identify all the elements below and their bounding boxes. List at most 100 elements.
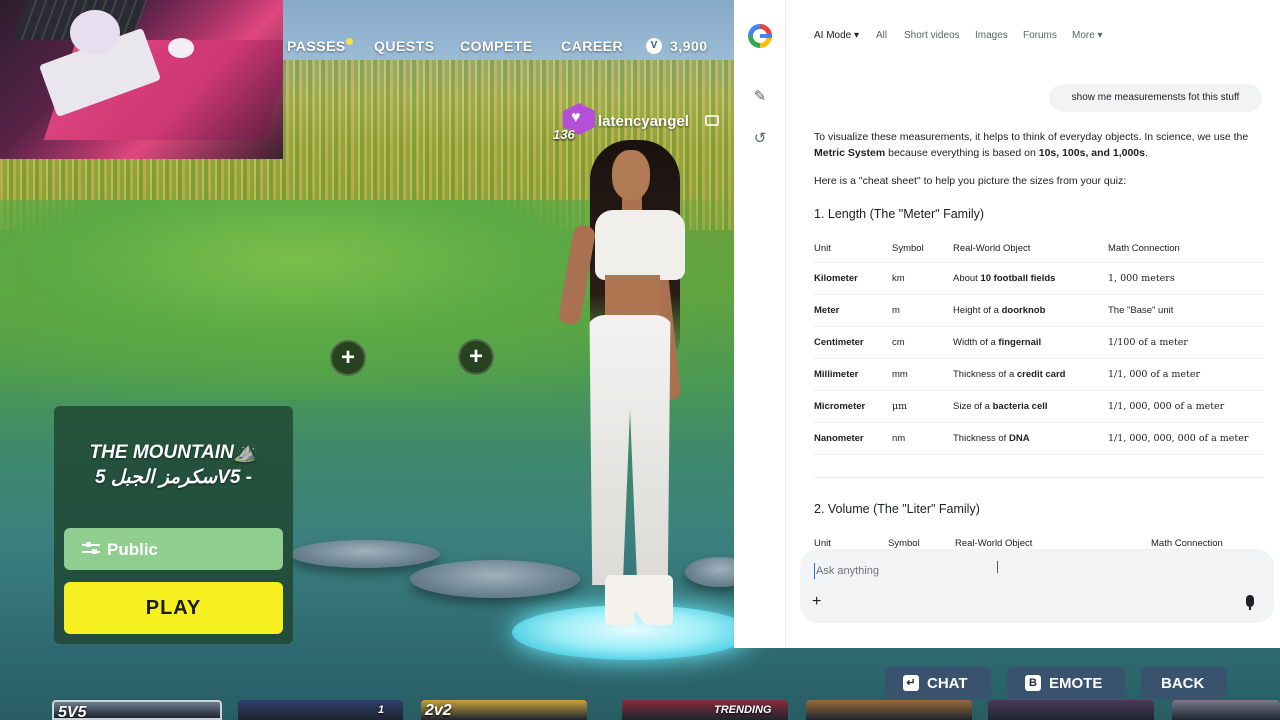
column-header: Real-World Object bbox=[955, 538, 1033, 549]
carousel-tile[interactable]: 1 bbox=[238, 700, 403, 720]
object-cell: Size of a bacteria cell bbox=[953, 390, 1108, 423]
privacy-label: Public bbox=[107, 540, 159, 559]
math-cell: 1/100 of a meter bbox=[1108, 326, 1264, 359]
microphone-icon[interactable] bbox=[1246, 595, 1254, 610]
carousel-tile[interactable] bbox=[1172, 700, 1280, 720]
column-header: Unit bbox=[814, 236, 892, 263]
play-button[interactable]: PLAY bbox=[64, 582, 283, 634]
nav-quests[interactable]: QUESTS bbox=[374, 38, 435, 54]
carousel-tile-label: 1 bbox=[378, 704, 385, 716]
character-face bbox=[612, 150, 650, 200]
length-table: Unit Symbol Real-World Object Math Conne… bbox=[814, 236, 1264, 455]
symbol-cell: m bbox=[892, 294, 953, 327]
math-cell: 1/1, 000 of a meter bbox=[1108, 358, 1264, 391]
object-bold: fingernail bbox=[998, 336, 1042, 348]
emote-button[interactable]: B EMOTE bbox=[1007, 667, 1125, 699]
island-title-line: سكرمز الجبل 5V5 - bbox=[94, 467, 252, 488]
notification-dot bbox=[346, 38, 353, 45]
cup bbox=[168, 38, 194, 58]
carousel-tile[interactable]: 5V5 bbox=[52, 700, 222, 720]
carousel-tile[interactable] bbox=[988, 700, 1154, 720]
carousel-tile-label: TRENDING bbox=[714, 704, 772, 716]
search-panel: ✎ ↺ AI Mode ▾ All Short videos Images Fo… bbox=[734, 0, 1280, 648]
enter-key-icon: ↵ bbox=[903, 675, 919, 691]
unit-cell: Kilometer bbox=[814, 262, 892, 295]
math-cell: 1/1, 000, 000 of a meter bbox=[1108, 390, 1264, 423]
add-friend-button[interactable]: + bbox=[458, 339, 494, 375]
object-bold: doorknob bbox=[1001, 304, 1046, 316]
math-cell: 1, 000 meters bbox=[1108, 262, 1264, 295]
google-logo[interactable] bbox=[748, 24, 772, 48]
answer-bold: 10s, 100s, and 1,000s bbox=[1038, 147, 1145, 159]
section-heading-volume: 2. Volume (The "Liter" Family) bbox=[814, 502, 980, 516]
side-rail: ✎ ↺ bbox=[734, 0, 786, 648]
platform-icon bbox=[705, 115, 719, 126]
object-bold: DNA bbox=[1008, 432, 1030, 444]
math-cell: 1/1, 000, 000, 000 of a meter bbox=[1108, 422, 1264, 455]
unit-cell: Micrometer bbox=[814, 390, 892, 423]
carousel-tile-label: 5V5 bbox=[58, 704, 87, 720]
carousel-tile[interactable]: TRENDING bbox=[622, 700, 788, 720]
tab-short-videos[interactable]: Short videos bbox=[904, 30, 960, 41]
back-button[interactable]: BACK bbox=[1141, 667, 1227, 699]
table-row: Nanometer nm Thickness of DNA 1/1, 000, … bbox=[814, 422, 1264, 455]
tab-ai-mode[interactable]: AI Mode ▾ bbox=[814, 30, 859, 41]
object-cell: About 10 football fields bbox=[953, 262, 1108, 295]
character-midriff bbox=[605, 275, 660, 320]
object-text: Thickness of bbox=[953, 432, 1009, 444]
answer-text: because everything is based on bbox=[885, 147, 1039, 159]
object-bold: bacteria cell bbox=[992, 400, 1048, 412]
answer-text: . bbox=[1144, 147, 1148, 159]
island-title-line: THE MOUNTAIN⛰️ bbox=[89, 442, 258, 463]
sliders-icon bbox=[82, 542, 100, 555]
table-row: Kilometer km About 10 football fields 1,… bbox=[814, 262, 1264, 295]
island-title: THE MOUNTAIN⛰️ سكرمز الجبل 5V5 - bbox=[54, 440, 293, 490]
nav-passes[interactable]: PASSES bbox=[287, 38, 346, 54]
history-icon[interactable]: ↺ bbox=[751, 130, 769, 148]
table-row: Centimeter cm Width of a fingernail 1/10… bbox=[814, 326, 1264, 359]
object-bold: credit card bbox=[1016, 368, 1066, 380]
back-label: BACK bbox=[1161, 675, 1205, 692]
add-attachment-button[interactable]: + bbox=[812, 593, 821, 611]
platform-pad bbox=[410, 560, 580, 598]
carousel-tile[interactable]: 2v2 bbox=[421, 700, 587, 720]
tab-all[interactable]: All bbox=[876, 30, 887, 41]
carousel-tile[interactable] bbox=[806, 700, 972, 720]
vbucks-balance[interactable]: 3,900 bbox=[670, 38, 708, 54]
column-header: Symbol bbox=[888, 538, 920, 549]
tab-images[interactable]: Images bbox=[975, 30, 1008, 41]
tab-forums[interactable]: Forums bbox=[1023, 30, 1057, 41]
chat-label: CHAT bbox=[927, 675, 968, 692]
island-card: THE MOUNTAIN⛰️ سكرمز الجبل 5V5 - Public … bbox=[54, 406, 293, 644]
unit-cell: Nanometer bbox=[814, 422, 892, 455]
object-text: About bbox=[953, 272, 981, 284]
answer-bold: Metric System bbox=[814, 147, 886, 159]
tab-more[interactable]: More ▾ bbox=[1072, 30, 1103, 41]
object-cell: Height of a doorknob bbox=[953, 294, 1108, 327]
table-row: Meter m Height of a doorknob The "Base" … bbox=[814, 294, 1264, 327]
column-header: Math Connection bbox=[1108, 236, 1264, 263]
symbol-cell: μm bbox=[892, 390, 953, 423]
table-row: Millimeter mm Thickness of a credit card… bbox=[814, 358, 1264, 391]
character-top bbox=[595, 210, 685, 280]
section-divider bbox=[814, 477, 1264, 478]
new-chat-icon[interactable]: ✎ bbox=[751, 88, 769, 106]
object-cell: Thickness of a credit card bbox=[953, 358, 1108, 391]
ask-input[interactable] bbox=[814, 563, 1214, 579]
nav-compete[interactable]: COMPETE bbox=[460, 38, 533, 54]
unit-cell: Millimeter bbox=[814, 358, 892, 391]
user-query-bubble: show me measuremensts fot this stuff bbox=[1049, 84, 1262, 112]
column-header: Symbol bbox=[892, 236, 953, 263]
nav-career[interactable]: CAREER bbox=[561, 38, 623, 54]
privacy-button[interactable]: Public bbox=[64, 528, 283, 570]
player-level: 136 bbox=[553, 127, 575, 142]
symbol-cell: cm bbox=[892, 326, 953, 359]
b-key-icon: B bbox=[1025, 675, 1041, 691]
object-text: Thickness of a bbox=[953, 368, 1017, 380]
add-friend-button[interactable]: + bbox=[330, 340, 366, 376]
unit-cell: Meter bbox=[814, 294, 892, 327]
chat-button[interactable]: ↵ CHAT bbox=[885, 667, 991, 699]
table-header-row: Unit Symbol Real-World Object Math Conne… bbox=[814, 236, 1264, 263]
object-cell: Thickness of DNA bbox=[953, 422, 1108, 455]
player-name[interactable]: latencyangel bbox=[598, 113, 689, 130]
